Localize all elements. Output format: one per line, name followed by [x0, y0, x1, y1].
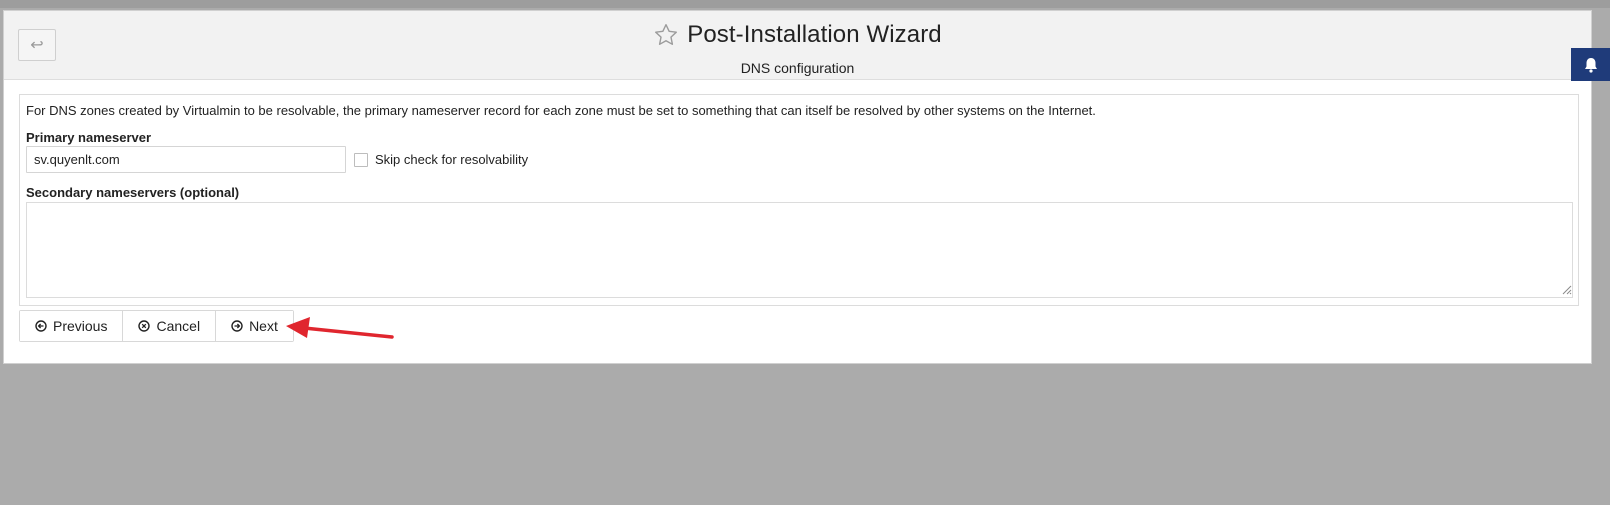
wizard-panel: ↩ Post-Installation Wizard DNS configura… [3, 10, 1592, 364]
page-title: Post-Installation Wizard [687, 21, 942, 48]
resize-handle-icon[interactable] [1560, 283, 1572, 295]
page-subtitle: DNS configuration [740, 60, 855, 76]
star-outline-icon[interactable] [653, 22, 679, 48]
intro-text: For DNS zones created by Virtualmin to b… [26, 103, 1096, 118]
wizard-header: ↩ Post-Installation Wizard DNS configura… [4, 11, 1591, 80]
cancel-label: Cancel [156, 318, 201, 334]
cancel-button[interactable]: Cancel [122, 311, 216, 341]
circle-arrow-right-icon [231, 320, 243, 332]
browser-top-strip [0, 0, 1610, 8]
previous-button[interactable]: Previous [20, 311, 123, 341]
previous-label: Previous [53, 318, 108, 334]
circle-arrow-left-icon [35, 320, 47, 332]
next-label: Next [249, 318, 278, 334]
next-button[interactable]: Next [215, 311, 293, 341]
circle-x-icon [138, 320, 151, 332]
checkbox-box[interactable] [354, 152, 368, 167]
title-block: Post-Installation Wizard DNS configurati… [4, 21, 1591, 76]
secondary-nameservers-label: Secondary nameservers (optional) [26, 185, 240, 200]
bell-icon [1584, 57, 1597, 73]
wizard-nav-buttons: Previous Cancel Next [19, 310, 294, 342]
primary-nameserver-label: Primary nameserver [26, 130, 152, 145]
skip-resolvability-label[interactable]: Skip check for resolvability [375, 152, 528, 167]
annotation-arrow [286, 317, 394, 339]
skip-resolvability-checkbox[interactable]: Skip check for resolvability [354, 152, 528, 167]
secondary-nameservers-textarea[interactable] [26, 202, 1573, 298]
primary-nameserver-input[interactable] [26, 146, 346, 173]
notifications-button[interactable] [1571, 48, 1610, 81]
dns-form: For DNS zones created by Virtualmin to b… [19, 94, 1579, 306]
